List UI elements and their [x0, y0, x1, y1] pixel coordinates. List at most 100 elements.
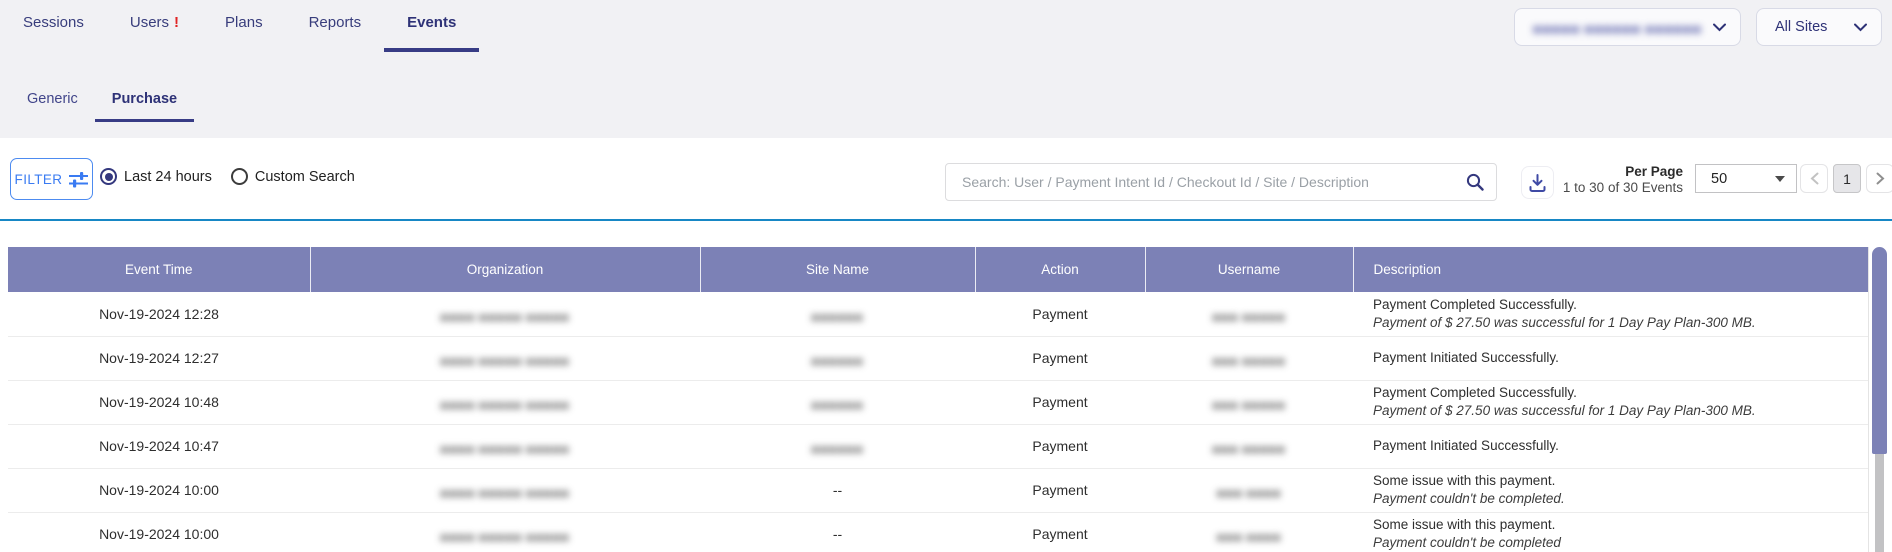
description-cell: Payment Initiated Successfully. [1353, 336, 1868, 380]
site-dropdown-value: All Sites [1775, 19, 1827, 35]
chevron-down-icon [1713, 23, 1726, 32]
organization-cell: ▅▅▅▅ ▅▅▅▅▅ ▅▅▅▅▅ [310, 512, 700, 552]
description-cell: Payment Completed Successfully. Payment … [1353, 380, 1868, 424]
vertical-scrollbar[interactable] [1872, 247, 1887, 552]
description-line-2: Payment couldn't be completed [1373, 534, 1860, 552]
caret-down-icon [1775, 176, 1785, 182]
username-cell: ▅▅▅ ▅▅▅▅▅ [1145, 292, 1353, 336]
topbar: Sessions Users! Plans Reports Events ▅▅▅… [0, 0, 1892, 138]
users-alert-badge: ! [174, 14, 179, 31]
radio-unselected-icon [231, 168, 248, 185]
event-time-cell: Nov-19-2024 12:27 [8, 336, 310, 380]
events-table-area: Event Time Organization Site Name Action… [0, 221, 1892, 552]
action-cell: Payment [975, 292, 1145, 336]
description-line-2: Payment couldn't be completed. [1373, 490, 1860, 508]
search-bar [945, 163, 1497, 201]
table-header-row: Event Time Organization Site Name Action… [8, 247, 1868, 292]
subtab-purchase[interactable]: Purchase [95, 80, 194, 122]
description-line-2: Payment of $ 27.50 was successful for 1 … [1373, 402, 1860, 420]
current-page-button[interactable]: 1 [1833, 164, 1861, 193]
page-size-value: 50 [1711, 171, 1727, 187]
table-row[interactable]: Nov-19-2024 10:47 ▅▅▅▅ ▅▅▅▅▅ ▅▅▅▅▅ ▅▅▅▅▅… [8, 424, 1868, 468]
action-cell: Payment [975, 336, 1145, 380]
description-line-2: Payment of $ 27.50 was successful for 1 … [1373, 314, 1860, 332]
download-icon [1529, 174, 1546, 192]
filter-button[interactable]: FILTER [10, 158, 93, 200]
organization-dropdown[interactable]: ▅▅▅▅▅ ▅▅▅▅▅▅ ▅▅▅▅▅▅ [1514, 8, 1741, 46]
chevron-left-icon [1810, 172, 1819, 185]
table-row[interactable]: Nov-19-2024 10:00 ▅▅▅▅ ▅▅▅▅▅ ▅▅▅▅▅ -- Pa… [8, 468, 1868, 512]
description-cell: Some issue with this payment. Payment co… [1353, 468, 1868, 512]
description-cell: Payment Completed Successfully. Payment … [1353, 292, 1868, 336]
col-header-action: Action [975, 247, 1145, 292]
action-cell: Payment [975, 468, 1145, 512]
col-header-organization: Organization [310, 247, 700, 292]
event-type-subtabs: Generic Purchase [0, 80, 1892, 122]
site-name-cell: ▅▅▅▅▅▅ [700, 424, 975, 468]
organization-cell: ▅▅▅▅ ▅▅▅▅▅ ▅▅▅▅▅ [310, 336, 700, 380]
tune-sliders-icon [69, 171, 88, 188]
pagination: 1 [1800, 164, 1892, 193]
scrollbar-thumb[interactable] [1872, 247, 1887, 454]
radio-custom-search[interactable]: Custom Search [231, 168, 355, 185]
prev-page-button[interactable] [1800, 164, 1828, 193]
site-dropdown[interactable]: All Sites [1756, 8, 1882, 46]
search-input[interactable] [945, 163, 1497, 201]
site-name-cell: ▅▅▅▅▅▅ [700, 336, 975, 380]
search-icon[interactable] [1466, 173, 1484, 191]
description-line-1: Payment Initiated Successfully. [1373, 349, 1860, 367]
radio-selected-icon [100, 168, 117, 185]
table-row[interactable]: Nov-19-2024 10:00 ▅▅▅▅ ▅▅▅▅▅ ▅▅▅▅▅ -- Pa… [8, 512, 1868, 552]
description-cell: Payment Initiated Successfully. [1353, 424, 1868, 468]
organization-cell: ▅▅▅▅ ▅▅▅▅▅ ▅▅▅▅▅ [310, 292, 700, 336]
username-cell: ▅▅▅ ▅▅▅▅▅ [1145, 380, 1353, 424]
organization-cell: ▅▅▅▅ ▅▅▅▅▅ ▅▅▅▅▅ [310, 380, 700, 424]
description-line-1: Payment Completed Successfully. [1373, 296, 1860, 314]
next-page-button[interactable] [1866, 164, 1892, 193]
tab-plans[interactable]: Plans [202, 0, 286, 52]
description-line-1: Some issue with this payment. [1373, 472, 1860, 490]
radio-last-24-hours[interactable]: Last 24 hours [100, 168, 212, 185]
username-cell: ▅▅▅ ▅▅▅▅ [1145, 512, 1353, 552]
username-cell: ▅▅▅ ▅▅▅▅▅ [1145, 424, 1353, 468]
description-line-1: Payment Completed Successfully. [1373, 384, 1860, 402]
tab-users[interactable]: Users! [107, 0, 202, 52]
col-header-username: Username [1145, 247, 1353, 292]
table-row[interactable]: Nov-19-2024 12:28 ▅▅▅▅ ▅▅▅▅▅ ▅▅▅▅▅ ▅▅▅▅▅… [8, 292, 1868, 336]
page-size-select[interactable]: 50 [1695, 164, 1797, 193]
tab-sessions[interactable]: Sessions [0, 0, 107, 52]
tab-events[interactable]: Events [384, 0, 479, 52]
description-line-1: Payment Initiated Successfully. [1373, 437, 1860, 455]
per-page-label: Per Page [1545, 164, 1683, 180]
filter-toolbar: FILTER Last 24 hours Custom Search [0, 138, 1892, 221]
subtab-generic[interactable]: Generic [10, 80, 95, 122]
results-range-text: 1 to 30 of 30 Events [1545, 180, 1683, 196]
tab-reports[interactable]: Reports [286, 0, 385, 52]
event-time-cell: Nov-19-2024 10:00 [8, 512, 310, 552]
description-cell: Some issue with this payment. Payment co… [1353, 512, 1868, 552]
event-time-cell: Nov-19-2024 12:28 [8, 292, 310, 336]
header-selectors: ▅▅▅▅▅ ▅▅▅▅▅▅ ▅▅▅▅▅▅ All Sites [1514, 8, 1882, 46]
action-cell: Payment [975, 424, 1145, 468]
event-time-cell: Nov-19-2024 10:00 [8, 468, 310, 512]
col-header-site-name: Site Name [700, 247, 975, 292]
results-summary: Per Page 1 to 30 of 30 Events [1545, 164, 1683, 196]
scrollbar-track[interactable] [1875, 454, 1884, 552]
chevron-right-icon [1876, 172, 1885, 185]
username-cell: ▅▅▅ ▅▅▅▅ [1145, 468, 1353, 512]
col-header-description: Description [1353, 247, 1868, 292]
table-row[interactable]: Nov-19-2024 12:27 ▅▅▅▅ ▅▅▅▅▅ ▅▅▅▅▅ ▅▅▅▅▅… [8, 336, 1868, 380]
username-cell: ▅▅▅ ▅▅▅▅▅ [1145, 336, 1353, 380]
description-line-1: Some issue with this payment. [1373, 516, 1860, 534]
organization-cell: ▅▅▅▅ ▅▅▅▅▅ ▅▅▅▅▅ [310, 424, 700, 468]
time-filter-radios: Last 24 hours Custom Search [100, 168, 374, 185]
organization-cell: ▅▅▅▅ ▅▅▅▅▅ ▅▅▅▅▅ [310, 468, 700, 512]
site-name-cell: ▅▅▅▅▅▅ [700, 380, 975, 424]
table-row[interactable]: Nov-19-2024 10:48 ▅▅▅▅ ▅▅▅▅▅ ▅▅▅▅▅ ▅▅▅▅▅… [8, 380, 1868, 424]
site-name-cell: -- [700, 468, 975, 512]
action-cell: Payment [975, 380, 1145, 424]
event-time-cell: Nov-19-2024 10:47 [8, 424, 310, 468]
table-body: Nov-19-2024 12:28 ▅▅▅▅ ▅▅▅▅▅ ▅▅▅▅▅ ▅▅▅▅▅… [8, 292, 1868, 552]
table-right-border [1868, 247, 1869, 552]
events-page: Sessions Users! Plans Reports Events ▅▅▅… [0, 0, 1892, 552]
